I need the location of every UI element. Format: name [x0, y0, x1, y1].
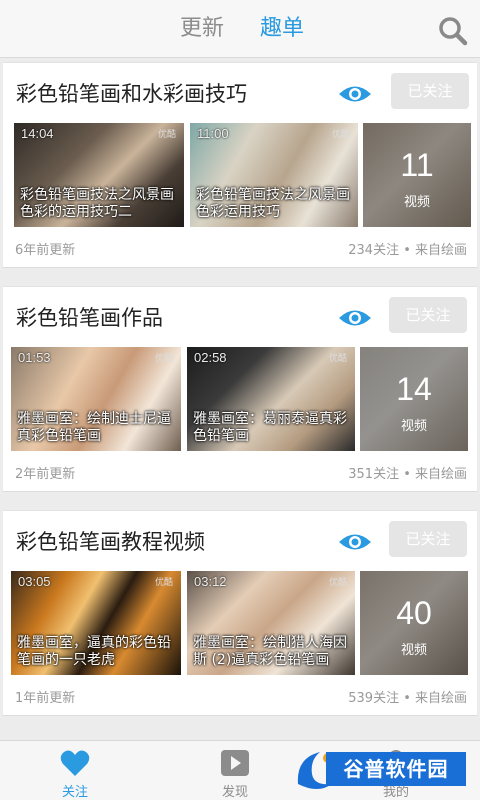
follow-count-source: 539关注 • 来自绘画 — [348, 691, 467, 706]
video-thumbnail[interactable]: 11:00 优酷 彩色铅笔画技法之风景画色彩运用技巧 — [190, 123, 358, 227]
video-count-unit: 视频 — [403, 195, 430, 210]
video-thumbnail[interactable]: 03:12 优酷 雅墨画室：绘制猎人海因斯 (2)逼真彩色铅笔画 — [187, 571, 355, 675]
nav-label: 发现 — [221, 785, 248, 800]
follow-count-source: 234关注 • 来自绘画 — [348, 243, 467, 258]
play-icon — [221, 750, 249, 776]
search-icon — [439, 17, 468, 46]
watermark-logo: 谷普软件园 — [292, 742, 472, 798]
playlist-card[interactable]: 彩色铅笔画和水彩画技巧 已关注 14:04 优酷 彩色铅笔画技法之风景画色彩的运… — [3, 62, 477, 268]
video-caption: 彩色铅笔画技法之风景画色彩运用技巧 — [196, 187, 350, 220]
eye-icon[interactable] — [338, 531, 372, 553]
video-source-badge: 优酷 — [328, 578, 347, 588]
video-duration: 01:53 — [18, 350, 51, 365]
video-duration: 03:05 — [18, 574, 51, 589]
video-count-unit: 视频 — [400, 643, 427, 658]
updated-time: 2年前更新 — [15, 467, 76, 482]
video-duration: 11:00 — [197, 126, 229, 141]
video-source-badge: 优酷 — [328, 354, 347, 364]
more-videos-tile[interactable]: 11 视频 — [363, 123, 471, 227]
video-caption: 雅墨画室：绘制迪士尼逼真彩色铅笔画 — [17, 411, 171, 444]
search-button[interactable] — [438, 16, 468, 46]
video-source-badge: 优酷 — [154, 354, 173, 364]
video-caption: 雅墨画室，逼真的彩色铅笔画的一只老虎 — [17, 635, 171, 668]
top-bar: 更新 趣单 — [0, 0, 480, 58]
video-source-badge: 优酷 — [157, 130, 176, 140]
updated-time: 6年前更新 — [15, 243, 76, 258]
eye-icon[interactable] — [338, 307, 372, 329]
updated-time: 1年前更新 — [15, 691, 76, 706]
more-videos-tile[interactable]: 14 视频 — [360, 347, 468, 451]
video-caption: 彩色铅笔画技法之风景画色彩的运用技巧二 — [20, 187, 174, 220]
video-count-unit: 视频 — [400, 419, 427, 434]
tab-update[interactable]: 更新 — [180, 14, 224, 44]
video-duration: 02:58 — [194, 350, 227, 365]
playlist-title: 彩色铅笔画作品 — [16, 306, 163, 330]
follow-button[interactable]: 已关注 — [389, 521, 467, 557]
video-caption: 雅墨画室：绘制猎人海因斯 (2)逼真彩色铅笔画 — [193, 635, 347, 668]
playlist-card[interactable]: 彩色铅笔画作品 已关注 01:53 优酷 雅墨画室：绘制迪士尼逼真彩色铅笔画 0… — [3, 286, 477, 492]
video-count: 11 — [400, 147, 434, 183]
video-duration: 03:12 — [194, 574, 227, 589]
video-source-badge: 优酷 — [154, 578, 173, 588]
more-videos-tile[interactable]: 40 视频 — [360, 571, 468, 675]
watermark-text: 谷普软件园 — [326, 752, 466, 786]
video-count: 14 — [396, 371, 432, 407]
heart-icon — [60, 750, 90, 776]
playlist-title: 彩色铅笔画和水彩画技巧 — [16, 82, 247, 106]
video-thumbnail[interactable]: 03:05 优酷 雅墨画室，逼真的彩色铅笔画的一只老虎 — [11, 571, 181, 675]
video-thumbnail[interactable]: 02:58 优酷 雅墨画室：葛丽泰逼真彩色铅笔画 — [187, 347, 355, 451]
video-duration: 14:04 — [21, 126, 54, 141]
follow-count-source: 351关注 • 来自绘画 — [348, 467, 467, 482]
follow-button[interactable]: 已关注 — [389, 297, 467, 333]
video-thumbnail[interactable]: 14:04 优酷 彩色铅笔画技法之风景画色彩的运用技巧二 — [14, 123, 184, 227]
playlist-card[interactable]: 彩色铅笔画教程视频 已关注 03:05 优酷 雅墨画室，逼真的彩色铅笔画的一只老… — [3, 510, 477, 716]
tab-fun-list[interactable]: 趣单 — [260, 14, 304, 44]
eye-icon[interactable] — [338, 83, 372, 105]
video-count: 40 — [396, 595, 432, 631]
video-thumbnail[interactable]: 01:53 优酷 雅墨画室：绘制迪士尼逼真彩色铅笔画 — [11, 347, 181, 451]
nav-label: 关注 — [61, 785, 88, 800]
nav-item-discover[interactable]: 发现 — [175, 741, 295, 800]
follow-button[interactable]: 已关注 — [391, 73, 469, 109]
video-source-badge: 优酷 — [331, 130, 350, 140]
playlist-title: 彩色铅笔画教程视频 — [16, 530, 205, 554]
video-caption: 雅墨画室：葛丽泰逼真彩色铅笔画 — [193, 411, 347, 444]
nav-item-follow[interactable]: 关注 — [15, 741, 135, 800]
